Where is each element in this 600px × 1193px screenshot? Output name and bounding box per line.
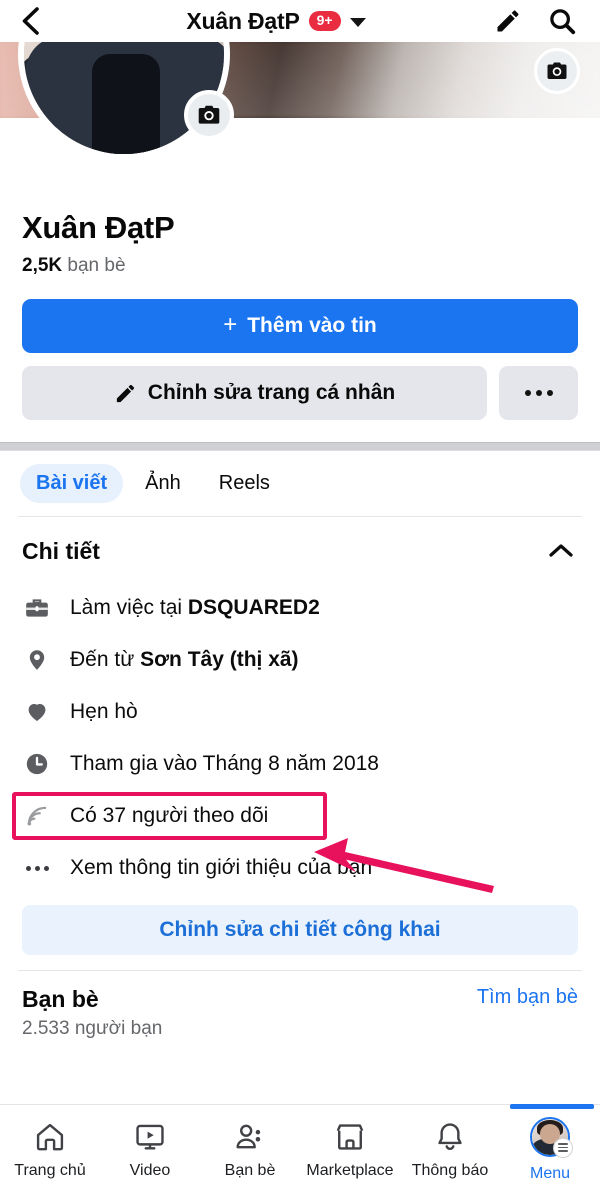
nav-item-video[interactable]: Video [100,1105,200,1193]
detail-row-see-about[interactable]: Xem thông tin giới thiệu của bạn [22,842,578,894]
pencil-icon [116,384,134,402]
add-to-story-button[interactable]: + Thêm vào tin [22,299,578,353]
secondary-actions-row: Chỉnh sửa trang cá nhân [22,366,578,420]
friend-count-value: 2,5K [22,255,63,276]
profile-content-tabs: Bài viết Ảnh Reels [0,451,600,516]
tab-photos[interactable]: Ảnh [129,464,197,503]
profile-action-buttons: + Thêm vào tin Chỉnh sửa trang cá nhân [0,277,600,420]
detail-text-work: Làm việc tại DSQUARED2 [70,596,320,619]
detail-text-relationship: Hẹn hò [70,700,138,723]
chevron-down-icon [349,17,366,27]
briefcase-icon [22,595,52,621]
avatar-tee [92,54,160,154]
top-app-bar: Xuân ĐạtP 9+ [0,0,600,42]
friend-count-label: bạn bè [67,255,126,276]
avatar-menu-icon [530,1116,573,1158]
nav-item-marketplace[interactable]: Marketplace [300,1105,400,1193]
friends-icon [236,1124,261,1148]
ellipsis-icon [22,865,52,871]
friends-subtitle: 2.533 người bạn [22,1018,163,1039]
plus-icon: + [223,311,238,338]
detail-text-see-about: Xem thông tin giới thiệu của bạn [70,856,373,879]
friends-title: Bạn bè [22,986,99,1012]
chevron-up-icon [549,544,573,557]
friends-section: Bạn bè 2.533 người bạn Tìm bạn bè [0,971,600,1040]
detail-row-hometown[interactable]: Đến từ Sơn Tây (thị xã) [22,634,578,686]
search-icon [550,9,576,35]
edit-public-details-button[interactable]: Chỉnh sửa chi tiết công khai [22,905,578,955]
details-title: Chi tiết [22,537,100,564]
detail-text-hometown: Đến từ Sơn Tây (thị xã) [70,648,299,671]
bottom-navigation-bar: Trang chủ Video Bạn bè Marketplace Thông… [0,1104,600,1193]
details-collapse-button[interactable] [544,534,578,568]
nav-label-friends: Bạn bè [224,1161,276,1179]
nav-label-home: Trang chủ [14,1161,86,1179]
video-icon [136,1124,164,1150]
notification-badge: 9+ [308,10,341,32]
active-tab-indicator [510,1104,594,1109]
detail-text-followers: Có 37 người theo dõi [70,804,269,827]
nav-label-video: Video [129,1161,171,1179]
detail-row-followers[interactable]: Có 37 người theo dõi [12,790,578,842]
profile-photo-camera-button[interactable] [184,90,234,140]
nav-label-menu: Menu [529,1164,571,1182]
add-to-story-label: Thêm vào tin [247,314,377,337]
section-divider [0,442,600,451]
nav-label-marketplace: Marketplace [306,1161,394,1179]
friend-count-line[interactable]: 2,5K bạn bè [22,255,578,277]
profile-name: Xuân ĐạtP [22,210,175,245]
bell-icon [438,1122,462,1150]
heart-icon [22,700,52,724]
tab-reels[interactable]: Reels [203,464,286,503]
nav-item-notifications[interactable]: Thông báo [400,1105,500,1193]
page-title: Xuân ĐạtP [186,7,300,34]
cover-photo-camera-button[interactable] [534,48,580,94]
friends-heading-group: Bạn bè 2.533 người bạn [22,986,162,1040]
detail-row-relationship[interactable]: Hẹn hò [22,686,578,738]
pencil-icon [497,10,519,32]
camera-icon [547,62,567,79]
detail-row-work[interactable]: Làm việc tại DSQUARED2 [22,582,578,634]
profile-more-button[interactable] [499,366,578,420]
edit-profile-button[interactable]: Chỉnh sửa trang cá nhân [22,366,487,420]
nav-item-menu[interactable]: Menu [500,1104,600,1193]
camera-icon [198,105,220,124]
details-list: Làm việc tại DSQUARED2 Đến từ Sơn Tây (t… [0,576,600,894]
location-pin-icon [22,647,52,673]
hamburger-badge-icon [553,1137,573,1158]
facebook-profile-screen: Xuân ĐạtP 9+ Xuân ĐạtP 2,5K bạn bè + Thê… [0,0,600,1193]
chevron-left-icon [22,7,39,35]
marketplace-icon [336,1123,364,1150]
search-button[interactable] [546,5,578,37]
rss-followers-icon [22,803,52,829]
nav-item-home[interactable]: Trang chủ [0,1105,100,1193]
tab-posts[interactable]: Bài viết [20,464,124,503]
find-friends-link[interactable]: Tìm bạn bè [477,986,578,1009]
nav-label-notifications: Thông báo [411,1161,489,1179]
ellipsis-icon [524,390,553,396]
profile-title-switcher[interactable]: Xuân ĐạtP 9+ [60,8,492,35]
nav-item-friends[interactable]: Bạn bè [200,1105,300,1193]
detail-text-joined: Tham gia vào Tháng 8 năm 2018 [70,752,379,775]
detail-row-joined[interactable]: Tham gia vào Tháng 8 năm 2018 [22,738,578,790]
edit-post-button[interactable] [492,5,524,37]
details-section-header: Chi tiết [0,517,600,576]
home-icon [36,1123,64,1150]
clock-icon [22,751,52,777]
back-button[interactable] [0,6,60,36]
edit-profile-label: Chỉnh sửa trang cá nhân [147,381,396,404]
top-bar-actions [492,5,600,37]
